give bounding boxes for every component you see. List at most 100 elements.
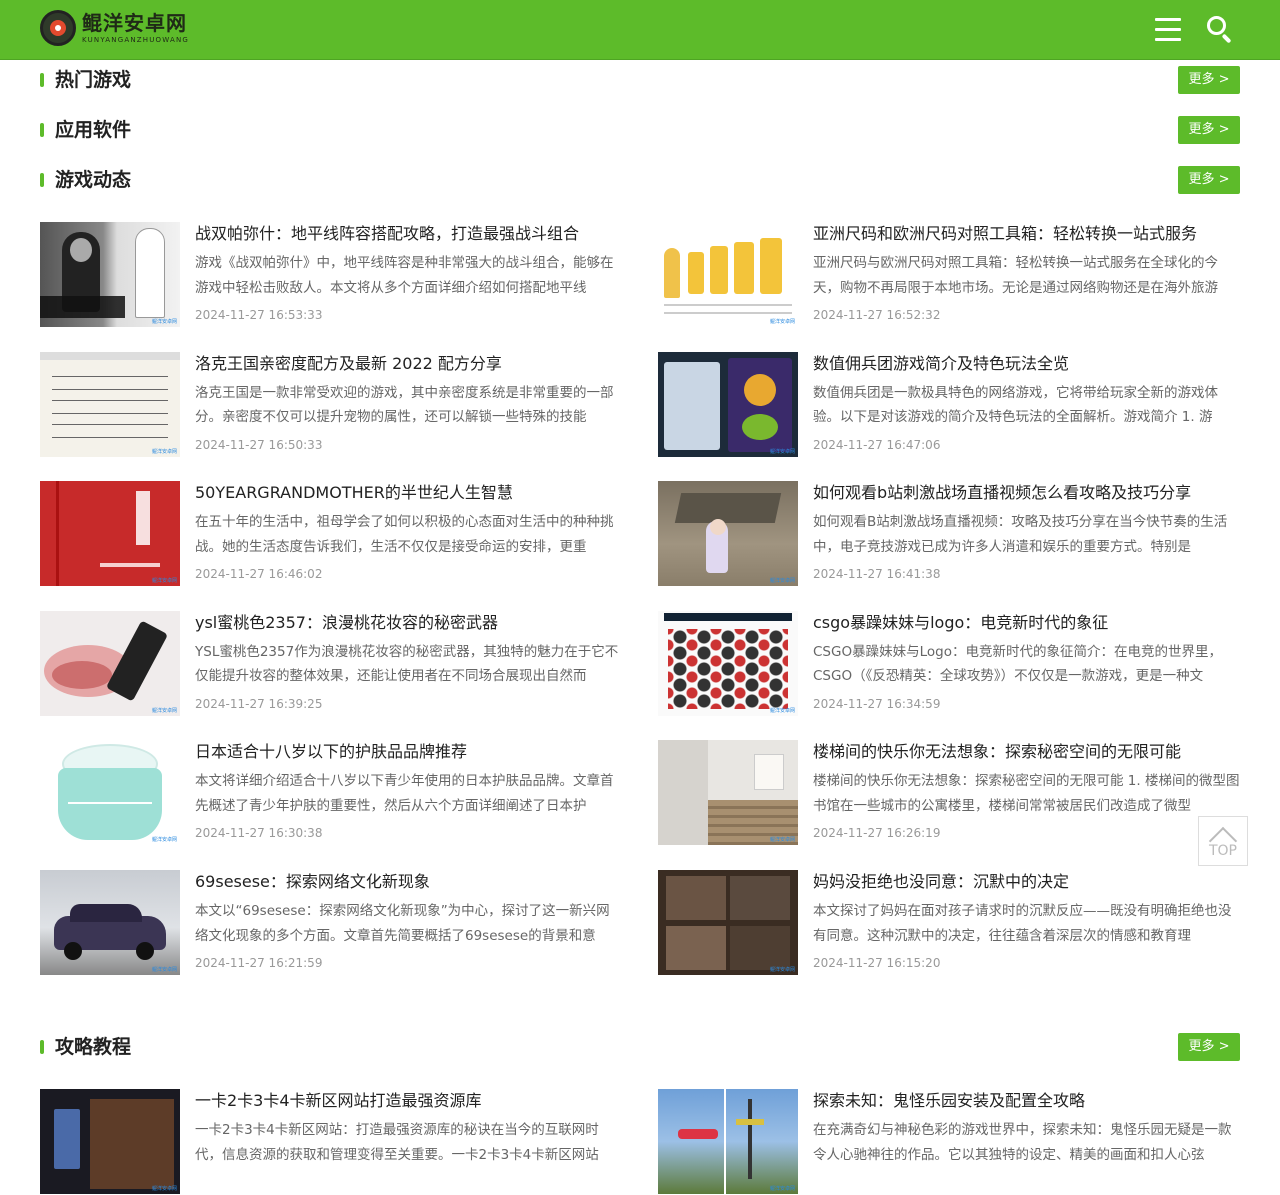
article-title[interactable]: 妈妈没拒绝也没同意：沉默中的决定 <box>813 870 1240 894</box>
section-title: 热门游戏 <box>55 69 132 91</box>
article-card[interactable]: 鲲洋安卓网 日本适合十八岁以下的护肤品品牌推荐本文将详细介绍适合十八岁以下青少年使… <box>40 740 622 846</box>
article-title[interactable]: 一卡2卡3卡4卡新区网站打造最强资源库 <box>195 1089 622 1113</box>
section-title: 攻略教程 <box>55 1036 132 1058</box>
thumbnail-watermark: 鲲洋安卓网 <box>769 319 795 325</box>
article-thumbnail[interactable]: 鲲洋安卓网 <box>40 1089 180 1194</box>
article-card[interactable]: 鲲洋安卓网 69sesese：探索网络文化新现象本文以“69sesese：探索网络… <box>40 870 622 976</box>
more-button[interactable]: 更多 > <box>1178 66 1240 94</box>
article-summary: 在充满奇幻与神秘色彩的游戏世界中，探索未知：鬼怪乐园无疑是一款令人心驰神往的作品… <box>813 1122 1232 1163</box>
section-hot-games: 热门游戏 更多 > <box>40 66 1240 96</box>
more-button[interactable]: 更多 > <box>1178 116 1240 144</box>
thumbnail-watermark: 鲲洋安卓网 <box>151 448 177 455</box>
more-button[interactable]: 更多 > <box>1178 1033 1240 1061</box>
thumbnail-watermark: 鲲洋安卓网 <box>151 1186 177 1192</box>
article-thumbnail[interactable]: 鲲洋安卓网 <box>658 1089 798 1194</box>
article-date: 2024-11-27 16:15:20 <box>813 956 941 970</box>
article-thumbnail[interactable]: 鲲洋安卓网 <box>40 481 180 587</box>
back-to-top-label: TOP <box>1208 843 1237 859</box>
article-summary: 如何观看B站刺激战场直播视频：攻略及技巧分享在当今快节奏的生活中，电子竞技游戏已… <box>813 514 1228 555</box>
article-thumbnail[interactable]: 鲲洋安卓网 <box>658 610 798 716</box>
article-thumbnail[interactable]: 鲲洋安卓网 <box>40 870 180 975</box>
article-summary: 本文以“69sesese：探索网络文化新现象”为中心，探讨了这一新兴网络文化现象… <box>195 903 610 944</box>
article-date: 2024-11-27 16:50:33 <box>195 437 323 452</box>
article-card[interactable]: 鲲洋安卓网 50YEARGRANDMOTHER的半世纪人生智慧在五十年的生活中，祖… <box>40 481 622 587</box>
article-card[interactable]: 鲲洋安卓网 亚洲尺码和欧洲尺码对照工具箱：轻松转换一站式服务亚洲尺码与欧洲尺码对照… <box>658 222 1240 328</box>
article-card[interactable]: 鲲洋安卓网 一卡2卡3卡4卡新区网站打造最强资源库一卡2卡3卡4卡新区网站：打造最… <box>40 1089 622 1195</box>
section-apps: 应用软件 更多 > <box>40 116 1240 146</box>
thumbnail-watermark: 鲲洋安卓网 <box>151 967 177 973</box>
article-summary: YSL蜜桃色2357作为浪漫桃花妆容的秘密武器，其独特的魅力在于它不仅能提升妆容… <box>195 643 619 685</box>
article-title[interactable]: 50YEARGRANDMOTHER的半世纪人生智慧 <box>195 481 622 505</box>
article-card[interactable]: 鲲洋安卓网 探索未知：鬼怪乐园安装及配置全攻略在充满奇幻与神秘色彩的游戏世界中，探… <box>658 1089 1240 1195</box>
menu-icon[interactable] <box>1155 18 1181 42</box>
article-summary: CSGO暴躁妹妹与Logo：电竞新时代的象征简介：在电竞的世界里，CSGO（《反… <box>813 643 1222 685</box>
article-date: 2024-11-27 16:34:59 <box>813 696 941 711</box>
article-title[interactable]: 亚洲尺码和欧洲尺码对照工具箱：轻松转换一站式服务 <box>813 222 1240 246</box>
article-title[interactable]: 如何观看b站刺激战场直播视频怎么看攻略及技巧分享 <box>813 481 1240 505</box>
thumbnail-watermark: 鲲洋安卓网 <box>769 837 795 844</box>
back-to-top-button[interactable]: TOP <box>1198 816 1248 866</box>
article-card[interactable]: 鲲洋安卓网 ysl蜜桃色2357：浪漫桃花妆容的秘密武器 YSL蜜桃色2357作为浪… <box>40 610 622 717</box>
more-button[interactable]: 更多 > <box>1178 166 1240 194</box>
article-date: 2024-11-27 16:21:59 <box>195 956 323 970</box>
logo-title: 鲲洋安卓网 <box>82 10 187 35</box>
article-date: 2024-11-27 16:39:25 <box>195 696 323 711</box>
thumbnail-watermark: 鲲洋安卓网 <box>769 1186 795 1192</box>
article-title[interactable]: 楼梯间的快乐你无法想象：探索秘密空间的无限可能 <box>813 740 1240 764</box>
article-card[interactable]: 鲲洋安卓网 战双帕弥什：地平线阵容搭配攻略，打造最强战斗组合游戏《战双帕弥什》中，… <box>40 222 622 328</box>
article-summary: 在五十年的生活中，祖母学会了如何以积极的心态面对生活中的种种挑战。她的生活态度告… <box>195 514 614 555</box>
article-title[interactable]: 探索未知：鬼怪乐园安装及配置全攻略 <box>813 1089 1240 1113</box>
thumbnail-watermark: 鲲洋安卓网 <box>151 319 177 325</box>
article-card[interactable]: 鲲洋安卓网 数值佣兵团游戏简介及特色玩法全览数值佣兵团是一款极具特色的网络游戏，它… <box>658 351 1240 458</box>
top-header: 鲲洋安卓网 KUNYANGANZHUOWANG <box>0 0 1280 60</box>
article-card[interactable]: 鲲洋安卓网 如何观看b站刺激战场直播视频怎么看攻略及技巧分享如何观看B站刺激战场直… <box>658 481 1240 587</box>
section-guides: 攻略教程 更多 > <box>40 1033 1240 1063</box>
thumbnail-watermark: 鲲洋安卓网 <box>151 578 177 585</box>
article-date: 2024-11-27 16:46:02 <box>195 567 323 582</box>
article-summary: 本文探讨了妈妈在面对孩子请求时的沉默反应——既没有明确拒绝也没有同意。这种沉默中… <box>813 903 1232 944</box>
article-summary: 一卡2卡3卡4卡新区网站：打造最强资源库的秘诀在当今的互联网时代，信息资源的获取… <box>195 1122 599 1163</box>
article-title[interactable]: csgo暴躁妹妹与logo：电竞新时代的象征 <box>813 611 1240 635</box>
article-thumbnail[interactable]: 鲲洋安卓网 <box>658 351 798 457</box>
article-thumbnail[interactable]: 鲲洋安卓网 <box>658 740 798 846</box>
logo-icon <box>40 10 76 46</box>
article-title[interactable]: 日本适合十八岁以下的护肤品品牌推荐 <box>195 740 622 764</box>
article-summary: 楼梯间的快乐你无法想象：探索秘密空间的无限可能 1. 楼梯间的微型图书馆在一些城… <box>813 773 1240 814</box>
thumbnail-watermark: 鲲洋安卓网 <box>769 707 795 714</box>
thumbnail-watermark: 鲲洋安卓网 <box>769 967 795 973</box>
article-summary: 亚洲尺码与欧洲尺码对照工具箱：轻松转换一站式服务在全球化的今天，购物不再局限于本… <box>813 255 1218 296</box>
article-thumbnail[interactable]: 鲲洋安卓网 <box>658 481 798 587</box>
article-thumbnail[interactable]: 鲲洋安卓网 <box>658 222 798 327</box>
article-date: 2024-11-27 16:52:32 <box>813 308 941 322</box>
article-card[interactable]: 鲲洋安卓网 妈妈没拒绝也没同意：沉默中的决定本文探讨了妈妈在面对孩子请求时的沉默反… <box>658 870 1240 976</box>
article-card[interactable]: 鲲洋安卓网 楼梯间的快乐你无法想象：探索秘密空间的无限可能楼梯间的快乐你无法想象：… <box>658 740 1240 846</box>
article-summary: 本文将详细介绍适合十八岁以下青少年使用的日本护肤品品牌。文章首先概述了青少年护肤… <box>195 773 614 814</box>
article-thumbnail[interactable]: 鲲洋安卓网 <box>40 351 180 457</box>
article-date: 2024-11-27 16:26:19 <box>813 826 941 841</box>
thumbnail-watermark: 鲲洋安卓网 <box>769 448 795 455</box>
article-date: 2024-11-27 16:47:06 <box>813 437 941 452</box>
article-thumbnail[interactable]: 鲲洋安卓网 <box>40 610 180 716</box>
article-title[interactable]: ysl蜜桃色2357：浪漫桃花妆容的秘密武器 <box>195 611 622 635</box>
search-icon[interactable] <box>1207 16 1233 44</box>
article-date: 2024-11-27 16:41:38 <box>813 567 941 582</box>
article-summary: 游戏《战双帕弥什》中，地平线阵容是种非常强大的战斗组合，能够在游戏中轻松击败敌人… <box>195 255 614 296</box>
article-summary: 数值佣兵团是一款极具特色的网络游戏，它将带给玩家全新的游戏体验。以下是对该游戏的… <box>813 384 1218 426</box>
article-title[interactable]: 洛克王国亲密度配方及最新 2022 配方分享 <box>195 352 622 376</box>
article-date: 2024-11-27 16:30:38 <box>195 826 323 841</box>
article-thumbnail[interactable]: 鲲洋安卓网 <box>658 870 798 975</box>
article-title[interactable]: 69sesese：探索网络文化新现象 <box>195 870 622 894</box>
article-thumbnail[interactable]: 鲲洋安卓网 <box>40 222 180 327</box>
article-card[interactable]: 鲲洋安卓网 洛克王国亲密度配方及最新 2022 配方分享洛克王国是一款非常受欢迎的… <box>40 351 622 458</box>
thumbnail-watermark: 鲲洋安卓网 <box>151 707 177 714</box>
article-summary: 洛克王国是一款非常受欢迎的游戏，其中亲密度系统是非常重要的一部分。亲密度不仅可以… <box>195 384 614 426</box>
site-logo[interactable]: 鲲洋安卓网 KUNYANGANZHUOWANG <box>40 10 189 46</box>
article-card[interactable]: 鲲洋安卓网 csgo暴躁妹妹与logo：电竞新时代的象征 CSGO暴躁妹妹与Logo… <box>658 610 1240 717</box>
thumbnail-watermark: 鲲洋安卓网 <box>769 578 795 585</box>
logo-subtitle: KUNYANGANZHUOWANG <box>82 35 190 44</box>
article-title[interactable]: 战双帕弥什：地平线阵容搭配攻略，打造最强战斗组合 <box>195 222 622 246</box>
section-news: 游戏动态 更多 > <box>40 166 1240 196</box>
article-title[interactable]: 数值佣兵团游戏简介及特色玩法全览 <box>813 352 1240 376</box>
article-thumbnail[interactable]: 鲲洋安卓网 <box>40 740 180 846</box>
section-title: 游戏动态 <box>55 169 132 191</box>
